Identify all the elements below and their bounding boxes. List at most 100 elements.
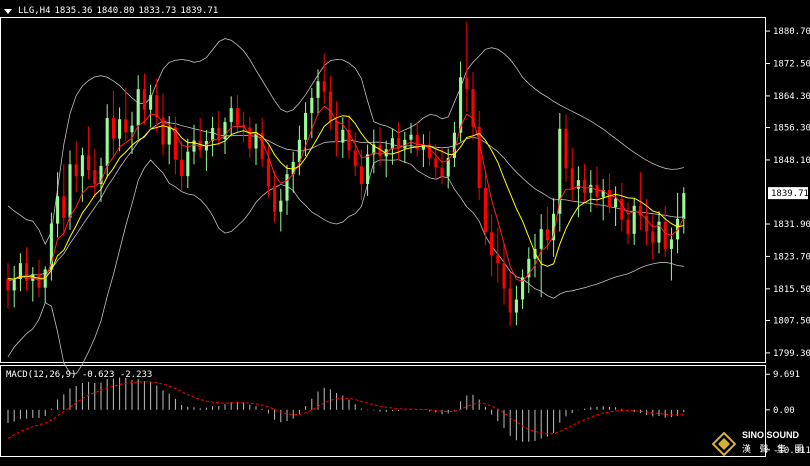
close-value: 1839.71 (180, 6, 219, 16)
candle-body (539, 229, 543, 249)
candle-body (397, 138, 401, 149)
candle-body (273, 186, 277, 212)
macd-header: MACD(12,26,9) -0.623 -2.233 (6, 370, 152, 380)
candle-body (502, 263, 506, 289)
open-value: 1835.36 (54, 6, 93, 16)
candle-body (651, 231, 655, 243)
logo-text-cn: 漢 聲 集 團 (742, 444, 807, 454)
candle-body (514, 299, 518, 313)
candle-body (328, 91, 332, 121)
high-value: 1840.80 (96, 6, 135, 16)
candle-body (167, 127, 171, 145)
candle-body (322, 81, 326, 92)
candle-body (248, 127, 252, 149)
candle-body (62, 196, 66, 218)
candle-body (626, 219, 630, 234)
middle-band-line (7, 120, 684, 282)
candle-body (142, 89, 146, 110)
candle-body (366, 154, 370, 185)
candle-body (353, 150, 357, 167)
candle-body (564, 128, 568, 169)
price-tick-label: 1831.90 (773, 220, 810, 230)
candle-body (130, 125, 134, 133)
candle-body (80, 155, 84, 177)
candle-body (620, 198, 624, 220)
main-pane-frame (0, 17, 766, 363)
candle-body (136, 89, 140, 126)
candle-body (155, 95, 159, 118)
candle-body (111, 118, 115, 139)
logo-text-en: SINO SOUND (742, 430, 800, 440)
candle-body (465, 77, 469, 90)
candle-body (186, 151, 190, 177)
candle-body (589, 184, 593, 193)
candle-body (409, 134, 413, 140)
candle-body (440, 167, 444, 177)
low-value: 1833.73 (138, 6, 177, 16)
candle-body (304, 112, 308, 140)
candle-body (68, 164, 72, 218)
candle-body (93, 170, 97, 185)
candle-body (105, 118, 109, 166)
chart-canvas[interactable]: 1880.70 1872.50 1864.30 1856.30 1848.10 1831.… (0, 0, 810, 462)
candle-body (180, 159, 184, 177)
ma-fast-line (7, 105, 685, 282)
candle-body (434, 158, 438, 168)
candle-body (285, 174, 289, 201)
macd-signal-line (7, 381, 684, 439)
candle-body (341, 129, 345, 143)
candle-body (614, 198, 618, 207)
candle-body (124, 119, 128, 133)
candle-body (12, 278, 16, 291)
price-tick-label: 1823.70 (773, 252, 810, 262)
candle-body (570, 168, 574, 189)
candle-body (682, 193, 686, 219)
price-tick-label: 1848.10 (773, 156, 810, 166)
chart-root: 1880.70 1872.50 1864.30 1856.30 1848.10 1831.… (0, 0, 810, 462)
macd-main-value: -0.623 (81, 370, 115, 380)
candle-body (490, 232, 494, 256)
candle-body (545, 229, 549, 241)
candle-body (335, 120, 339, 143)
candle-body (235, 108, 239, 125)
candle-body (663, 221, 667, 249)
candle-body (229, 108, 233, 122)
candle-body (508, 288, 512, 313)
candle-body (198, 140, 202, 151)
price-tick-label: 1807.50 (773, 316, 810, 326)
candle-body (279, 200, 283, 212)
candle-body (56, 196, 60, 224)
candle-body (576, 180, 580, 189)
candle-body (316, 81, 320, 98)
upper-band-line (7, 38, 684, 246)
lower-band-line (7, 159, 684, 375)
candle-body (74, 164, 78, 177)
price-tick-label: 1864.30 (773, 92, 810, 102)
candle-body (118, 119, 122, 139)
candle-body (496, 255, 500, 264)
candle-body (266, 158, 270, 187)
macd-tick-label: 0.00 (773, 406, 795, 416)
candle-body (483, 188, 487, 233)
logo-emblem-icon (712, 432, 736, 456)
candle-body (37, 274, 41, 288)
macd-indicator-name: MACD(12,26,9) (6, 370, 77, 380)
sino-sound-logo: SINO SOUND 漢 聲 集 團 (712, 430, 806, 458)
candle-body (149, 95, 153, 110)
macd-tick-label: 9.691 (773, 370, 800, 380)
symbol-label: LLG,H4 (18, 6, 51, 16)
price-tick-label: 1815.50 (773, 285, 810, 295)
candle-body (583, 180, 587, 193)
candle-body (607, 190, 611, 207)
last-price-label: 1839.71 (771, 189, 809, 199)
candle-body (669, 239, 673, 249)
candle-body (217, 127, 221, 139)
candle-body (211, 127, 215, 141)
candle-body (87, 155, 91, 171)
price-tick-label: 1872.50 (773, 59, 810, 69)
candle-body (310, 97, 314, 113)
macd-signal-value: -2.233 (119, 370, 153, 380)
candle-body (359, 166, 363, 185)
symbol-dropdown-icon[interactable] (4, 9, 12, 14)
candle-body (632, 205, 636, 234)
